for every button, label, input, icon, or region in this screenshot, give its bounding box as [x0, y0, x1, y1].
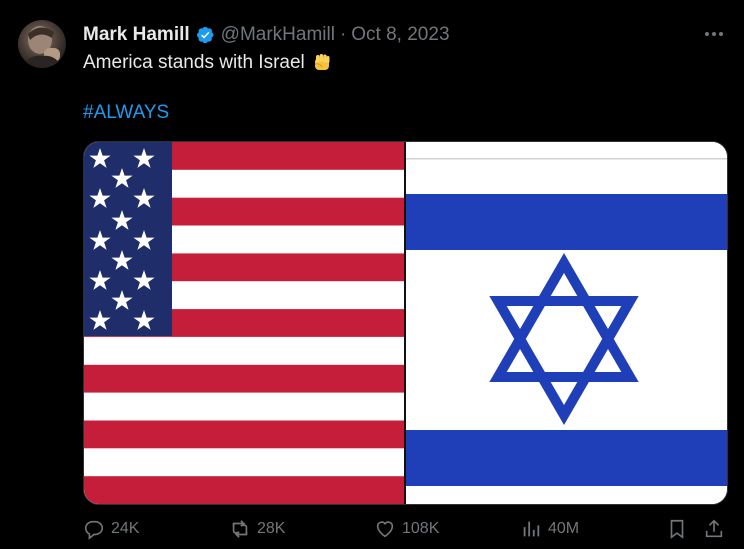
israel-flag	[406, 142, 727, 504]
verified-badge-icon[interactable]	[195, 25, 215, 45]
author-name[interactable]: Mark Hamill	[83, 24, 190, 46]
flags-image	[84, 142, 727, 504]
views-count: 40M	[548, 520, 580, 537]
reply-icon	[84, 520, 104, 540]
views-icon	[523, 521, 540, 537]
repost-button[interactable]: 28K	[229, 512, 285, 546]
views-button[interactable]: 40M	[520, 512, 579, 546]
tweet-date[interactable]: Oct 8, 2023	[351, 24, 449, 46]
us-flag	[84, 142, 404, 504]
tweet-text-content: America stands with Israel	[83, 52, 305, 73]
bookmark-button[interactable]	[666, 512, 694, 546]
tweet-text: America stands with Israel	[83, 51, 333, 75]
avatar-photo	[22, 26, 62, 68]
reply-button[interactable]: 24K	[83, 512, 139, 546]
like-count: 108K	[402, 520, 440, 537]
tweet-actions: 24K 28K 108K 40M	[83, 512, 728, 546]
share-button[interactable]	[703, 512, 731, 546]
author-handle[interactable]: @MarkHamill	[221, 24, 335, 46]
tweet-media-image[interactable]	[83, 141, 728, 505]
share-icon	[705, 519, 723, 538]
tweet-header: Mark Hamill @MarkHamill · Oct 8, 2023	[83, 24, 450, 46]
heart-icon	[376, 521, 394, 538]
reply-count: 24K	[111, 520, 140, 537]
more-icon[interactable]	[700, 22, 728, 46]
like-button[interactable]: 108K	[374, 512, 439, 546]
raised-fist-emoji-icon	[314, 54, 330, 70]
bookmark-icon	[670, 519, 684, 539]
author-avatar[interactable]	[18, 20, 66, 68]
repost-count: 28K	[257, 520, 286, 537]
repost-icon	[232, 520, 248, 538]
hashtag-link[interactable]: #ALWAYS	[83, 102, 169, 124]
header-separator: ·	[339, 24, 347, 45]
